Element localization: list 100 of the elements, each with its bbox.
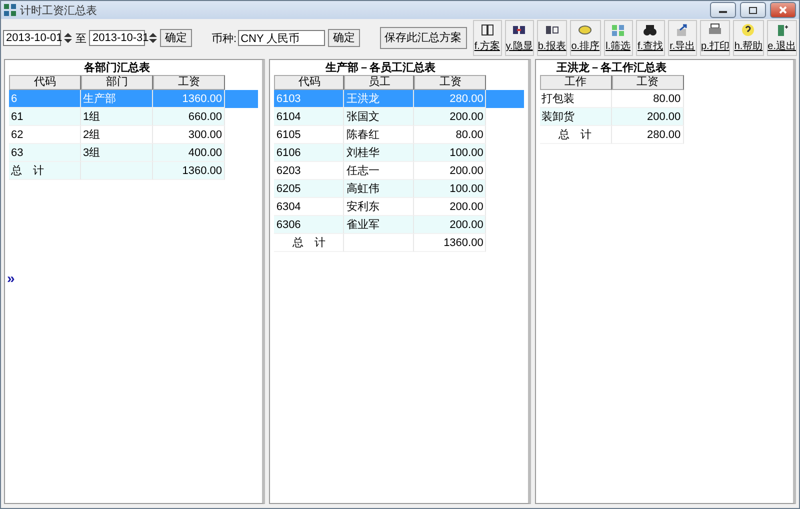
blocks-icon — [512, 23, 526, 37]
maximize-button[interactable] — [740, 2, 766, 18]
table-cell: 200.00 — [414, 198, 486, 216]
table-row[interactable]: 总 计 1360.00 — [274, 234, 524, 252]
table-cell: 6104 — [274, 108, 344, 126]
date-field[interactable]: 2013-10-01 — [3, 30, 61, 46]
close-button[interactable] — [770, 2, 796, 18]
table-row[interactable]: 6105 陈春红 80.00 — [274, 126, 524, 144]
table-cell: 1360.00 — [153, 162, 225, 180]
table-row[interactable]: 63 3组 400.00 — [9, 144, 258, 162]
table-cell: 6106 — [274, 144, 344, 162]
table-cell: 1组 — [81, 108, 153, 126]
toolbar-button[interactable]: r.导出 — [668, 20, 697, 56]
table-cell: 200.00 — [414, 108, 486, 126]
table-cell: 6203 — [274, 162, 344, 180]
currency-label: 币种: — [212, 32, 237, 46]
table-row[interactable]: 6205 高虹伟 100.00 — [274, 180, 524, 198]
table-cell: 200.00 — [414, 216, 486, 234]
table-cell: 6 — [9, 90, 81, 108]
confirm-button[interactable]: 确定 — [160, 29, 192, 47]
toolbar-button[interactable]: f.查找 — [636, 20, 665, 56]
table-cell: 装卸货 — [540, 108, 612, 126]
table-cell: 1360.00 — [153, 90, 225, 108]
table-row[interactable]: 6106 刘桂华 100.00 — [274, 144, 524, 162]
confirm-button[interactable]: 确定 — [328, 29, 360, 47]
table-cell: 280.00 — [414, 90, 486, 108]
table-cell: 100.00 — [414, 180, 486, 198]
grid-icon — [611, 23, 626, 37]
maximize-icon — [749, 6, 757, 14]
table-cell: 80.00 — [414, 126, 486, 144]
table-row[interactable]: 6203 任志一 200.00 — [274, 162, 524, 180]
expand-toggle[interactable]: » — [7, 270, 15, 286]
table-cell: 6304 — [274, 198, 344, 216]
table-row[interactable]: 6304 安利东 200.00 — [274, 198, 524, 216]
to-label: 至 — [75, 32, 86, 46]
table-title: 各部门汇总表 — [83, 62, 151, 75]
table-cell: 660.00 — [153, 108, 225, 126]
minimize-button[interactable] — [710, 2, 736, 18]
toolbar-button[interactable]: y.隐显 — [504, 20, 534, 56]
table-cell: 61 — [9, 108, 81, 126]
column-header[interactable]: 员工 — [344, 75, 414, 90]
toolbar-button[interactable]: l.筛选 — [604, 20, 633, 56]
table-cell: 200.00 — [414, 162, 486, 180]
table-row[interactable]: 6104 张国文 200.00 — [274, 108, 524, 126]
table-cell: 63 — [9, 144, 81, 162]
table-cell: 6105 — [274, 126, 344, 144]
window-title: 计时工资汇总表 — [20, 4, 98, 18]
table-cell: 高虹伟 — [344, 180, 414, 198]
table-cell: 2组 — [81, 126, 153, 144]
toolbar-button[interactable]: p.打印 — [700, 20, 730, 56]
spin-icon[interactable] — [148, 30, 157, 46]
table-cell: 280.00 — [612, 126, 684, 144]
table-row[interactable]: 打包装 80.00 — [540, 90, 789, 108]
table-cell: 张国文 — [344, 108, 414, 126]
export-icon — [675, 23, 690, 37]
columns-icon — [480, 23, 494, 37]
table-cell: 1360.00 — [414, 234, 486, 252]
table-cell: 80.00 — [612, 90, 684, 108]
table-cell: 6103 — [274, 90, 344, 108]
column-header[interactable]: 代码 — [274, 75, 344, 90]
column-header[interactable]: 工资 — [414, 75, 486, 90]
table-cell: 生产部 — [81, 90, 153, 108]
help-icon — [741, 23, 756, 37]
table-cell: 王洪龙 — [344, 90, 414, 108]
column-header[interactable]: 代码 — [9, 75, 81, 90]
table-row[interactable]: 总 计 1360.00 — [9, 162, 258, 180]
table-cell: 打包装 — [540, 90, 612, 108]
column-header[interactable]: 部门 — [81, 75, 153, 90]
close-icon — [779, 6, 787, 14]
table-title: 生产部－各员工汇总表 — [324, 62, 436, 75]
total-label: 总 计 — [540, 126, 612, 144]
toolbar-button[interactable]: b.报表 — [536, 20, 568, 56]
table-title: 王洪龙－各工作汇总表 — [556, 62, 668, 75]
table-cell: 300.00 — [153, 126, 225, 144]
currency-field[interactable]: CNY 人民币 — [238, 30, 326, 46]
printer-icon — [708, 23, 722, 37]
save-scheme-button[interactable]: 保存此汇总方案 — [380, 27, 467, 49]
table-row[interactable]: 装卸货 200.00 — [540, 108, 789, 126]
table-cell: 6306 — [274, 216, 344, 234]
table-cell: 100.00 — [414, 144, 486, 162]
table-cell: 62 — [9, 126, 81, 144]
column-header[interactable]: 工资 — [153, 75, 225, 90]
toolbar-button[interactable]: f.方案 — [472, 20, 502, 56]
spin-icon[interactable] — [64, 30, 72, 46]
column-header[interactable]: 工资 — [612, 75, 684, 90]
report-icon — [545, 23, 560, 37]
toolbar-button[interactable]: o.排序 — [570, 20, 601, 56]
table-row[interactable]: 总 计 280.00 — [540, 126, 789, 144]
table-cell: 6205 — [274, 180, 344, 198]
total-label: 总 计 — [274, 234, 344, 252]
column-header[interactable]: 工作 — [540, 75, 612, 90]
table-cell: 任志一 — [344, 162, 414, 180]
total-label: 总 计 — [9, 162, 81, 180]
table-cell: 400.00 — [153, 144, 225, 162]
table-row[interactable]: 6306 雀业军 200.00 — [274, 216, 524, 234]
table-row[interactable]: 61 1组 660.00 — [9, 108, 258, 126]
table-cell: 陈春红 — [344, 126, 414, 144]
table-row[interactable]: 62 2组 300.00 — [9, 126, 258, 144]
toolbar-button[interactable]: e.退出 — [766, 20, 797, 56]
toolbar-button[interactable]: h.帮助 — [733, 20, 764, 56]
